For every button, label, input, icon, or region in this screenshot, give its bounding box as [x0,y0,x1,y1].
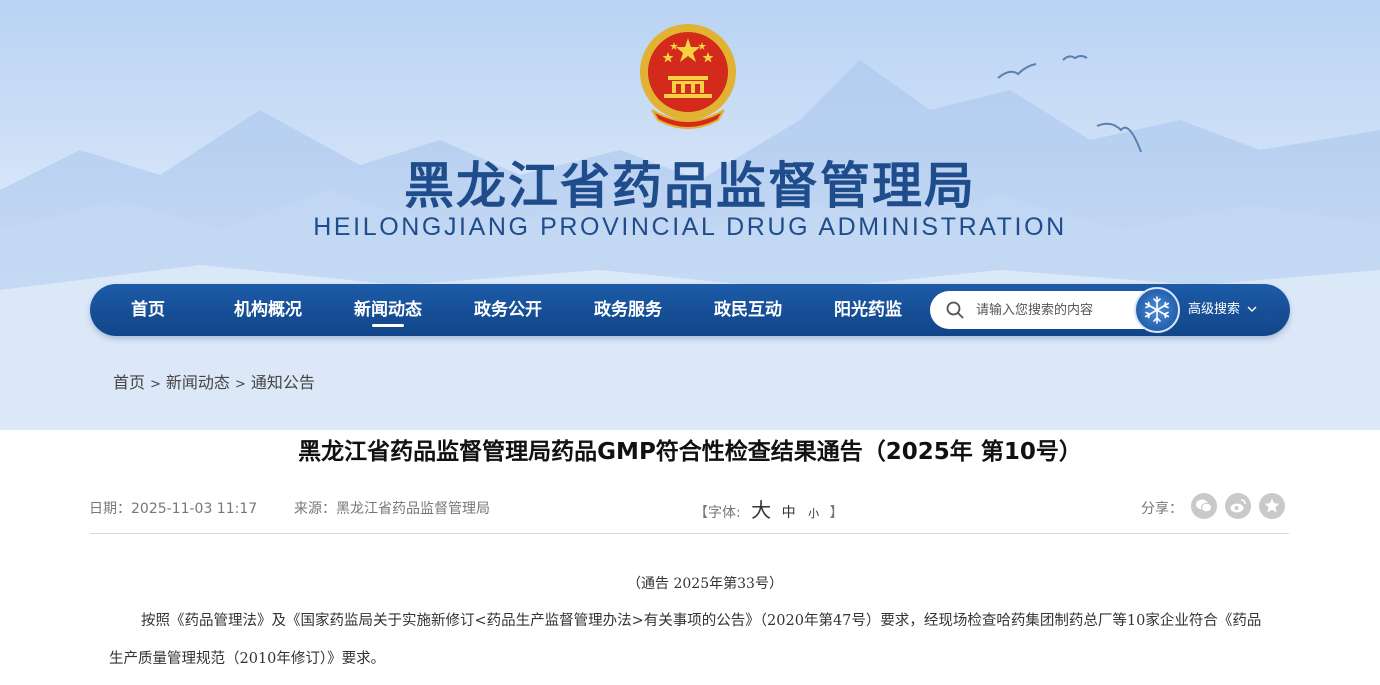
publish-date: 日期：2025-11-03 11:17 [89,501,258,517]
nav-item-gov-services[interactable]: 政务服务 [578,284,678,336]
breadcrumb: 首页 > 新闻动态 > 通知公告 [113,369,315,393]
notice-number: （通告 2025年第33号） [627,576,783,592]
breadcrumb-news[interactable]: 新闻动态 [166,373,230,392]
search-input[interactable] [976,300,1136,320]
font-size-label: 【字体: [694,505,741,521]
font-small-button[interactable]: 小 [808,507,819,520]
breadcrumb-home[interactable]: 首页 [113,373,145,392]
article-paragraph: 按照《药品管理法》及《国家药监局关于实施新修订<药品生产监督管理办法>有关事项的… [109,613,1262,667]
search-box [930,291,1152,329]
divider [90,533,1289,534]
share-weibo-button[interactable] [1225,493,1251,519]
share-label: 分享： [1141,501,1183,517]
nav-item-news[interactable]: 新闻动态 [338,284,438,336]
wechat-icon [1196,499,1212,513]
site-subtitle: HEILONGJIANG PROVINCIAL DRUG ADMINISTRAT… [313,213,1067,241]
breadcrumb-separator: > [150,377,161,392]
search-submit-button[interactable] [1134,287,1180,333]
share-favorite-button[interactable] [1259,493,1285,519]
nav-item-sunshine[interactable]: 阳光药监 [818,284,918,336]
site-title: 黑龙江省药品监督管理局 [404,157,976,215]
font-large-button[interactable]: 大 [751,498,771,522]
advanced-search-label: 高级搜索 [1188,302,1241,317]
nav-item-gov-info[interactable]: 政务公开 [458,284,558,336]
chevron-down-icon [1247,306,1257,312]
snowflake-search-icon [1144,296,1170,324]
favorite-icon [1264,498,1280,513]
share-wechat-button[interactable] [1191,493,1217,519]
font-size-control: 【字体: 大 中 小 】 [694,494,844,523]
nav-item-interaction[interactable]: 政民互动 [698,284,798,336]
nav-item-home[interactable]: 首页 [98,284,198,336]
main-navbar: 首页 机构概况 新闻动态 政务公开 政务服务 政民互动 阳光药监 高 [90,284,1290,336]
breadcrumb-notices[interactable]: 通知公告 [251,373,315,392]
breadcrumb-separator: > [234,377,246,392]
header-banner: 黑龙江省药品监督管理局 HEILONGJIANG PROVINCIAL DRUG… [0,0,1380,430]
font-size-label-close: 】 [829,505,844,521]
search-icon [946,301,964,319]
weibo-icon [1230,499,1246,513]
article-source: 来源：黑龙江省药品监督管理局 [294,501,490,517]
national-emblem-icon [640,24,736,129]
font-medium-button[interactable]: 中 [782,505,796,521]
nav-item-about[interactable]: 机构概况 [218,284,318,336]
article-title: 黑龙江省药品监督管理局药品GMP符合性检查结果通告（2025年 第10号） [298,439,1082,465]
advanced-search-link[interactable]: 高级搜索 [1188,284,1257,336]
